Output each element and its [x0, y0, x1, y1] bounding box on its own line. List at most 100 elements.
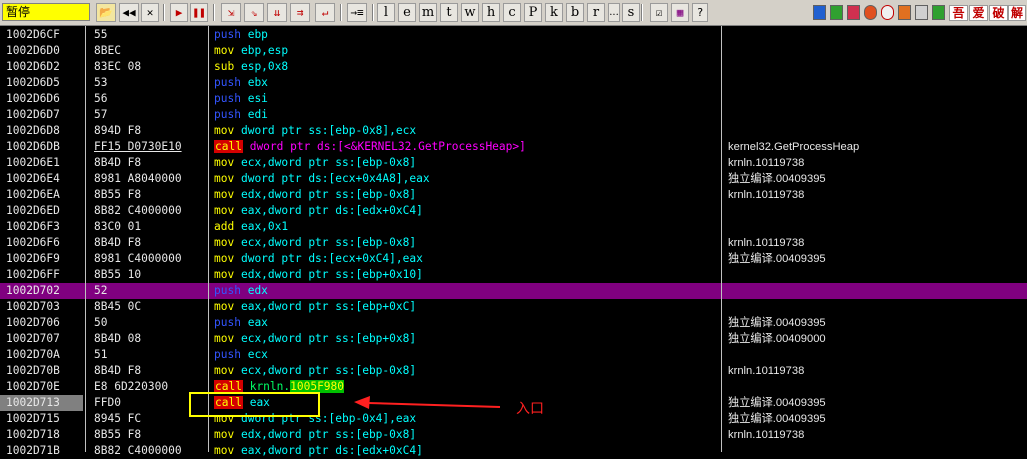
mnemonic: mov — [214, 124, 235, 137]
comment: 独立编译.00409395 — [728, 317, 826, 329]
window-button-t[interactable]: t — [440, 3, 458, 22]
address: 1002D6D0 — [6, 44, 60, 57]
checkbox-options-icon[interactable]: ☑ — [650, 3, 668, 22]
mnemonic: mov — [214, 252, 235, 265]
target-icon[interactable] — [881, 5, 894, 20]
code-row[interactable]: 1002D6D8 894D F8 mov dword ptr ss:[ebp-0x8… — [0, 123, 1027, 139]
code-row[interactable]: 1002D6D5 53 push ebx — [0, 75, 1027, 91]
trace-into-icon[interactable]: ⇊ — [267, 3, 287, 22]
window-button-more[interactable]: ... — [608, 3, 620, 22]
execute-till-return-icon[interactable]: ↵ — [315, 3, 335, 22]
window-button-m[interactable]: m — [419, 3, 437, 22]
hex-bytes: 52 — [94, 284, 108, 297]
code-row[interactable]: 1002D70A 51 push ecx — [0, 347, 1027, 363]
hex-bytes: 8981 A8040000 — [94, 172, 182, 185]
disassembly-pane[interactable]: 1002D6CF 55 push ebp 1002D6D0 8BEC mov ebp,es… — [0, 26, 1027, 457]
address: 1002D6F3 — [6, 220, 60, 233]
trace-over-icon[interactable]: ⇉ — [290, 3, 310, 22]
rewind-icon[interactable]: ◀◀ — [119, 3, 139, 22]
window-button-b[interactable]: b — [566, 3, 584, 22]
code-row[interactable]: 1002D6E4 8981 A8040000 mov dword ptr ds:[e… — [0, 171, 1027, 187]
binary-icon[interactable] — [915, 5, 928, 20]
code-row[interactable]: 1002D6CF 55 push ebp — [0, 27, 1027, 43]
code-row[interactable]: 1002D707 8B4D 08 mov ecx,dword ptr ss:[ebp… — [0, 331, 1027, 347]
window-button-k[interactable]: k — [545, 3, 563, 22]
code-row[interactable]: 1002D6DB FF15 D0730E10 call dword ptr ds:[… — [0, 139, 1027, 155]
window-button-P[interactable]: P — [524, 3, 542, 22]
jie-text-icon[interactable]: 解 — [1008, 5, 1026, 21]
hex-bytes: FFD0 — [94, 396, 121, 409]
address: 1002D6CF — [6, 28, 60, 41]
disassembly: mov ecx,dword ptr ss:[ebp-0x8] — [214, 235, 416, 251]
window-button-l[interactable]: l — [377, 3, 395, 22]
code-row[interactable]: 1002D713 FFD0 call eax 独立编译.00409395 — [0, 395, 1027, 411]
po-text-icon[interactable]: 破 — [989, 5, 1008, 21]
arrow-icon — [354, 396, 501, 409]
image-icon[interactable] — [898, 5, 911, 20]
pause-plugin-icon[interactable] — [830, 5, 843, 20]
code-row[interactable]: 1002D70E E8 6D220300 call krnln.1005F980 — [0, 379, 1027, 395]
code-row[interactable]: 1002D6EA 8B55 F8 mov edx,dword ptr ss:[ebp… — [0, 187, 1027, 203]
hex-bytes: 8B55 F8 — [94, 428, 142, 441]
code-row[interactable]: 1002D706 50 push eax 独立编译.00409395 — [0, 315, 1027, 331]
window-button-w[interactable]: w — [461, 3, 479, 22]
window-button-e[interactable]: e — [398, 3, 416, 22]
help-button[interactable]: ? — [692, 3, 708, 22]
code-row[interactable]: 1002D703 8B45 0C mov eax,dword ptr ss:[ebp… — [0, 299, 1027, 315]
code-row[interactable]: 1002D6FF 8B55 10 mov edx,dword ptr ss:[ebp… — [0, 267, 1027, 283]
hex-bytes: 8B4D F8 — [94, 364, 142, 377]
code-row[interactable]: 1002D702 52 push edx — [0, 283, 1027, 299]
step-over-icon[interactable]: ⇘ — [244, 3, 264, 22]
comment: krnln.10119738 — [728, 237, 805, 249]
mnemonic: mov — [214, 332, 235, 345]
window-button-h[interactable]: h — [482, 3, 500, 22]
window-button-r[interactable]: r — [587, 3, 605, 22]
operands: dword ptr ds:[ecx+0x4A8],eax — [240, 172, 430, 185]
code-row[interactable]: 1002D6F9 8981 C4000000 mov dword ptr ds:[e… — [0, 251, 1027, 267]
plugin-icon[interactable]: ▦ — [671, 3, 689, 22]
operands: eax — [247, 316, 268, 329]
record-icon[interactable] — [864, 5, 877, 20]
code-row[interactable]: 1002D715 8945 FC mov dword ptr ss:[ebp-0x4… — [0, 411, 1027, 427]
address: 1002D6E1 — [6, 156, 60, 169]
refresh-icon[interactable] — [813, 5, 826, 20]
mnemonic: mov — [214, 156, 235, 169]
code-row[interactable]: 1002D6D0 8BEC mov ebp,esp — [0, 43, 1027, 59]
disassembly: mov ebp,esp — [214, 43, 288, 59]
comment: 独立编译.00409395 — [728, 173, 826, 185]
code-row[interactable]: 1002D6E1 8B4D F8 mov ecx,dword ptr ss:[ebp… — [0, 155, 1027, 171]
run-icon[interactable]: ▶ — [170, 3, 188, 22]
grid-icon[interactable] — [932, 5, 945, 20]
address: 1002D6E4 — [6, 172, 60, 185]
code-row[interactable]: 1002D71B 8B82 C4000000 mov eax,dword ptr d… — [0, 443, 1027, 459]
code-row[interactable]: 1002D718 8B55 F8 mov edx,dword ptr ss:[ebp… — [0, 427, 1027, 443]
ai-text-icon[interactable]: 爱 — [969, 5, 988, 21]
operands: ebx — [247, 76, 268, 89]
operands: edx,dword ptr ss:[ebp-0x8] — [240, 188, 417, 201]
window-button-s[interactable]: s — [622, 3, 640, 22]
disassembly: mov ecx,dword ptr ss:[ebp+0x8] — [214, 331, 416, 347]
operands: edx — [247, 284, 268, 297]
close-icon[interactable]: ✕ — [141, 3, 159, 22]
code-row[interactable]: 1002D6D2 83EC 08 sub esp,0x8 — [0, 59, 1027, 75]
goto-icon[interactable]: →≡ — [347, 3, 367, 22]
code-row[interactable]: 1002D6D7 57 push edi — [0, 107, 1027, 123]
step-into-icon[interactable]: ⇲ — [221, 3, 241, 22]
code-row[interactable]: 1002D6D6 56 push esi — [0, 91, 1027, 107]
disassembly: mov edx,dword ptr ss:[ebp-0x8] — [214, 187, 416, 203]
open-file-icon[interactable]: 📂 — [96, 3, 116, 22]
wu-text-icon[interactable]: 吾 — [949, 5, 968, 21]
code-row[interactable]: 1002D6F3 83C0 01 add eax,0x1 — [0, 219, 1027, 235]
hex-bytes: 8B82 C4000000 — [94, 444, 182, 457]
mnemonic: mov — [214, 172, 235, 185]
address: 1002D6D5 — [6, 76, 60, 89]
code-row[interactable]: 1002D6ED 8B82 C4000000 mov eax,dword ptr d… — [0, 203, 1027, 219]
hex-bytes: 8981 C4000000 — [94, 252, 182, 265]
pause-icon[interactable]: ❚❚ — [190, 3, 208, 22]
text-a-icon[interactable] — [847, 5, 860, 20]
disassembly: mov eax,dword ptr ds:[edx+0xC4] — [214, 203, 423, 219]
code-row[interactable]: 1002D6F6 8B4D F8 mov ecx,dword ptr ss:[ebp… — [0, 235, 1027, 251]
code-row[interactable]: 1002D70B 8B4D F8 mov ecx,dword ptr ss:[ebp… — [0, 363, 1027, 379]
address: 1002D6ED — [6, 204, 60, 217]
window-button-c[interactable]: c — [503, 3, 521, 22]
